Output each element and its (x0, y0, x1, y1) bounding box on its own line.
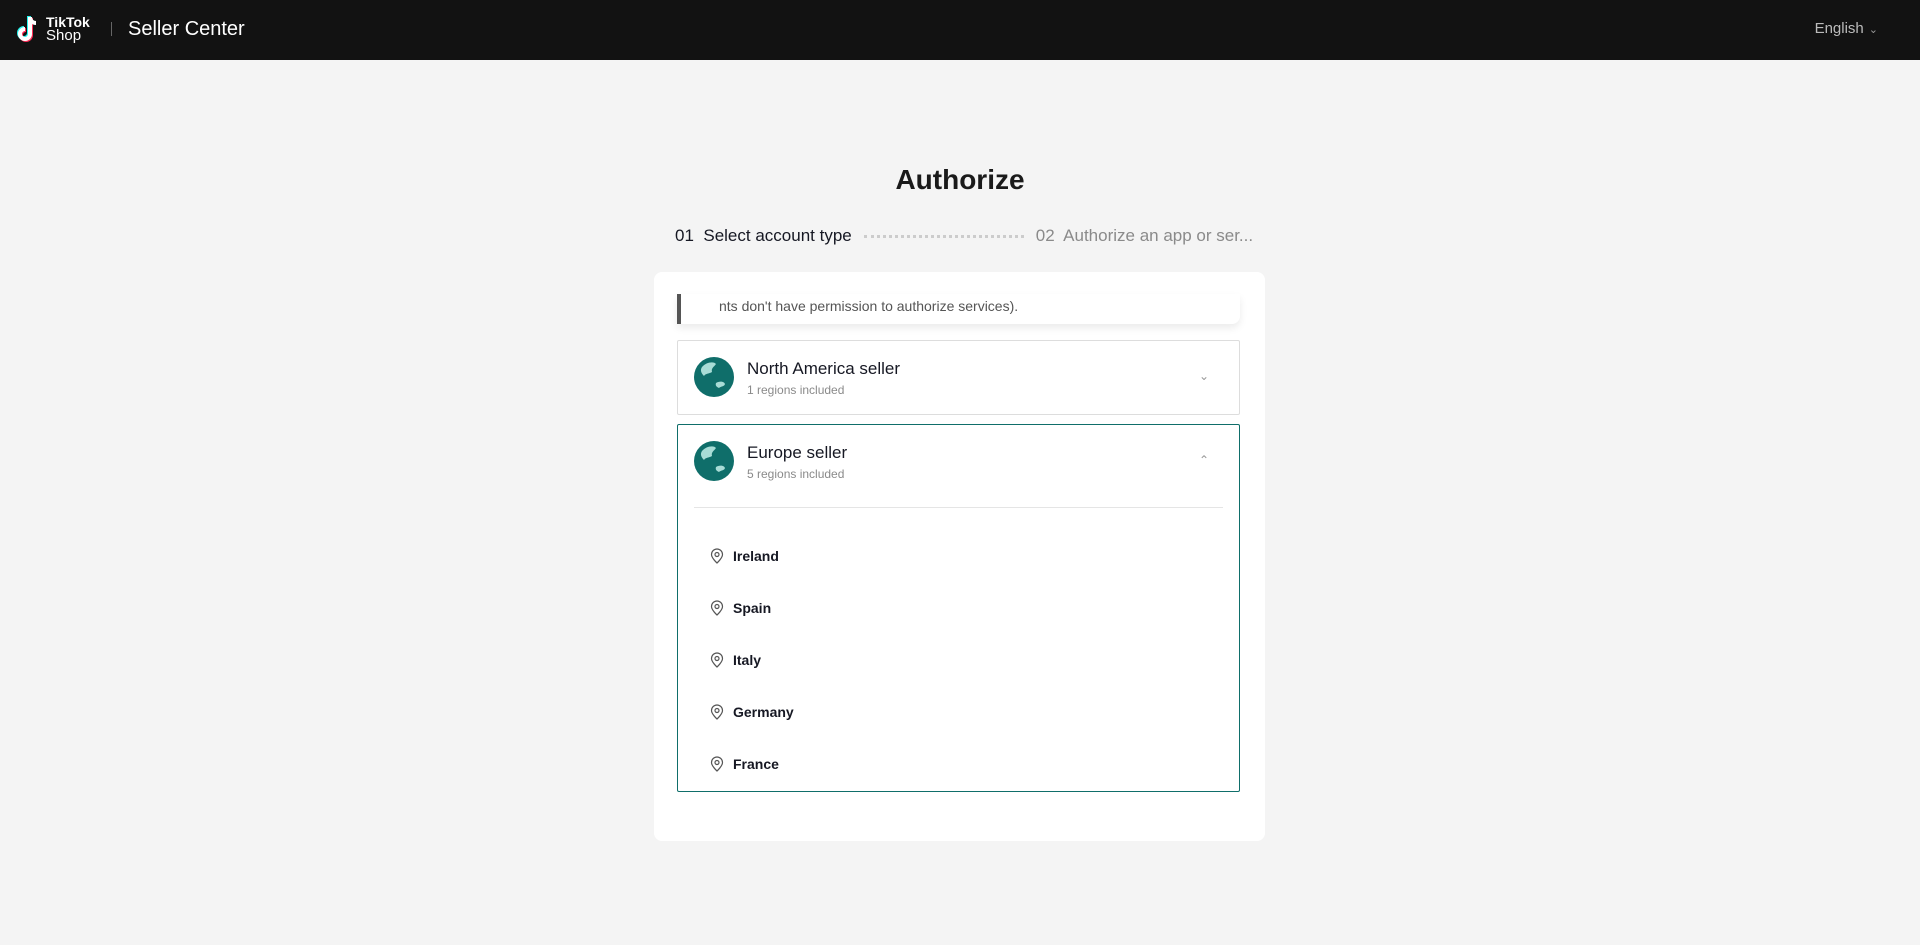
chevron-down-icon[interactable]: ⌄ (1199, 369, 1209, 383)
location-pin-icon (710, 704, 724, 720)
region-italy[interactable]: Italy (678, 634, 1239, 686)
language-selector[interactable]: English ⌄ (1815, 20, 1878, 37)
notice-banner: nts don't have permission to authorize s… (677, 294, 1240, 324)
region-label: Germany (733, 704, 794, 720)
location-pin-icon (710, 652, 724, 668)
account-header[interactable]: North America seller 1 regions included … (678, 341, 1239, 415)
chevron-up-icon[interactable]: ⌃ (1199, 453, 1209, 467)
region-germany[interactable]: Germany (678, 686, 1239, 738)
region-list: Ireland Spain Italy Germany France (678, 508, 1239, 790)
divider (111, 22, 112, 36)
account-title: North America seller (747, 359, 901, 378)
region-label: France (733, 756, 779, 772)
top-bar: TikTok Shop Seller Center English ⌄ (0, 0, 1920, 60)
location-pin-icon (710, 756, 724, 772)
account-type-card: nts don't have permission to authorize s… (654, 272, 1265, 841)
account-header[interactable]: Europe seller 5 regions included ⌃ (678, 425, 1239, 499)
region-label: Ireland (733, 548, 779, 564)
logo-line2: Shop (46, 27, 82, 44)
language-label: English (1814, 20, 1864, 37)
step-1: 01 Select account type (675, 226, 852, 245)
region-label: Spain (733, 600, 772, 616)
account-europe[interactable]: Europe seller 5 regions included ⌃ Irela… (677, 424, 1240, 792)
stepper: 01 Select account type 02 Authorize an a… (675, 226, 1253, 246)
step-connector (863, 234, 1024, 238)
account-subtitle: 5 regions included (747, 467, 845, 481)
step-2: 02 Authorize an app or ser... (1035, 226, 1254, 245)
page-title: Authorize (895, 164, 1025, 195)
account-title: Europe seller (747, 443, 848, 462)
location-pin-icon (710, 548, 724, 564)
account-north-america[interactable]: North America seller 1 regions included … (677, 340, 1240, 415)
region-label: Italy (733, 652, 762, 668)
account-subtitle: 1 regions included (747, 383, 845, 397)
location-pin-icon (710, 600, 724, 616)
chevron-down-icon: ⌄ (1868, 24, 1878, 36)
app-title: Seller Center (128, 18, 245, 40)
globe-icon (694, 357, 734, 397)
globe-icon (694, 441, 734, 481)
region-spain[interactable]: Spain (678, 582, 1239, 634)
region-ireland[interactable]: Ireland (678, 530, 1239, 582)
tiktok-icon (17, 16, 37, 42)
region-france[interactable]: France (678, 738, 1239, 790)
tiktok-shop-logo[interactable]: TikTok Shop (16, 14, 90, 44)
